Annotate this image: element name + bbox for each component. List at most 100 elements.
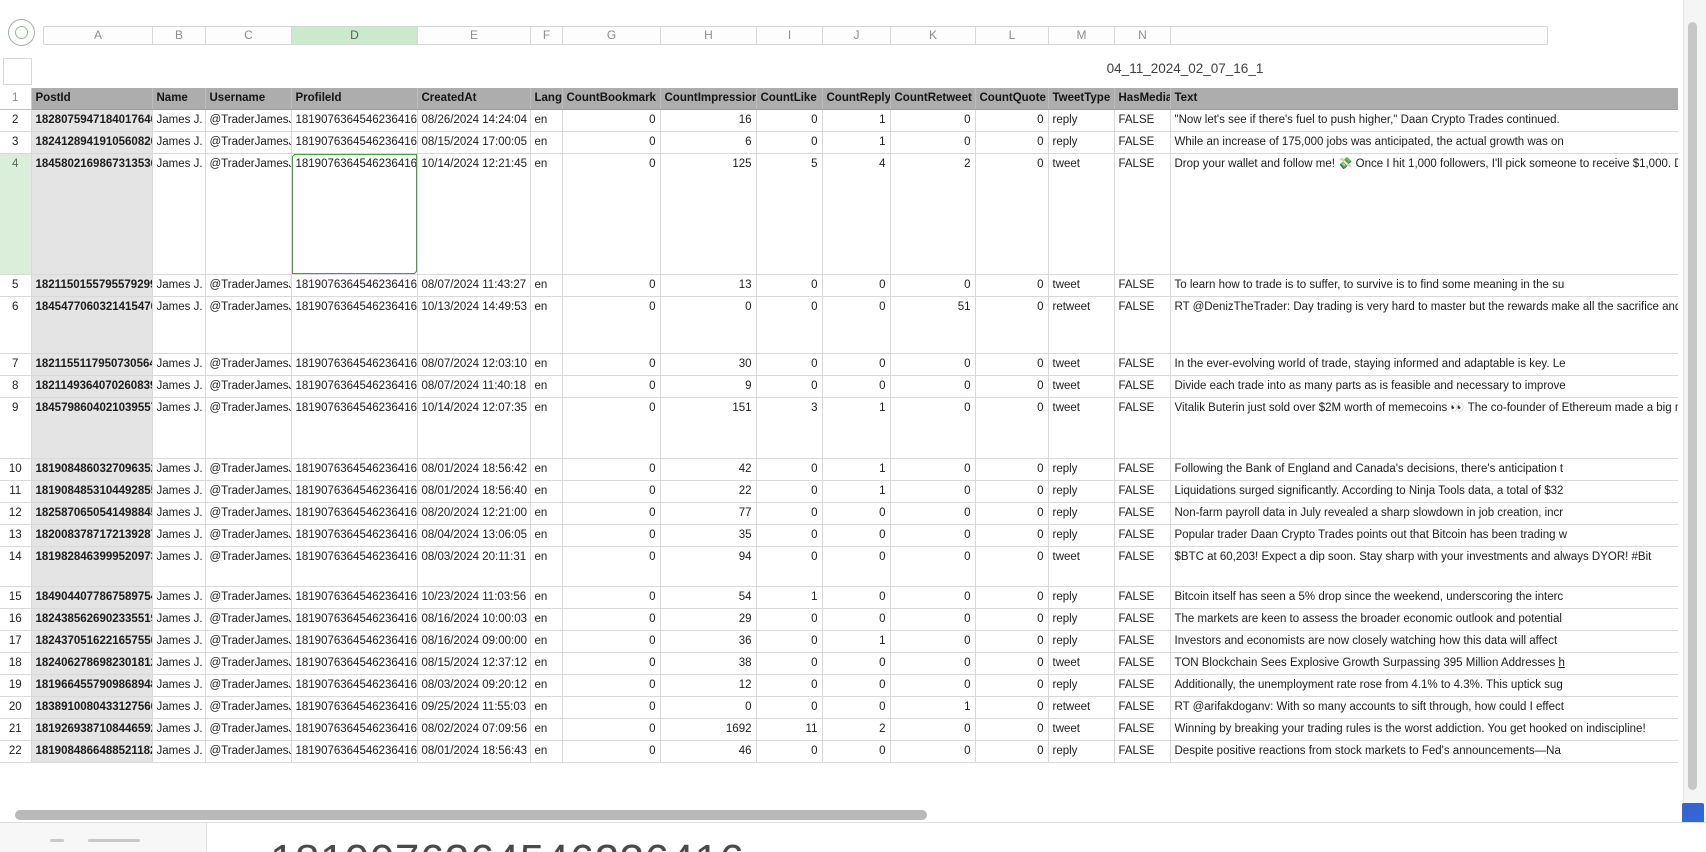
cell-I2[interactable]: 0: [756, 110, 822, 132]
cell-H3[interactable]: 6: [660, 132, 756, 154]
cell-I5[interactable]: 0: [756, 275, 822, 297]
cell-N12[interactable]: FALSE: [1114, 503, 1170, 525]
cell-E19[interactable]: 08/03/2024 09:20:12: [417, 675, 530, 697]
cell-K12[interactable]: 0: [890, 503, 975, 525]
cell-A21[interactable]: 1819269387108446592: [31, 719, 152, 741]
cell-C7[interactable]: @TraderJamesJ: [205, 354, 291, 376]
cell-F13[interactable]: en: [530, 525, 562, 547]
cell-I18[interactable]: 0: [756, 653, 822, 675]
cell-H14[interactable]: 94: [660, 547, 756, 587]
cell-O16[interactable]: The markets are keen to assess the broad…: [1170, 609, 1678, 631]
cell-N10[interactable]: FALSE: [1114, 459, 1170, 481]
cell-F19[interactable]: en: [530, 675, 562, 697]
header-cell-CreatedAt[interactable]: CreatedAt: [417, 88, 530, 110]
cell-C10[interactable]: @TraderJamesJ: [205, 459, 291, 481]
cell-O20[interactable]: RT @arifakdoganv: With so many accounts …: [1170, 697, 1678, 719]
cell-N3[interactable]: FALSE: [1114, 132, 1170, 154]
cell-O6[interactable]: RT @DenizTheTrader: Day trading is very …: [1170, 297, 1678, 354]
cell-K5[interactable]: 0: [890, 275, 975, 297]
cell-L22[interactable]: 0: [975, 741, 1048, 763]
cell-L16[interactable]: 0: [975, 609, 1048, 631]
column-letter-strip[interactable]: ABCDEFGHIJKLMN: [43, 26, 1548, 45]
cell-G3[interactable]: 0: [562, 132, 660, 154]
cell-C9[interactable]: @TraderJamesJ: [205, 398, 291, 459]
cell-C12[interactable]: @TraderJamesJ: [205, 503, 291, 525]
column-letter-G[interactable]: G: [563, 27, 661, 44]
cell-M5[interactable]: tweet: [1048, 275, 1114, 297]
cell-O22[interactable]: Despite positive reactions from stock ma…: [1170, 741, 1678, 763]
cell-J22[interactable]: 0: [822, 741, 890, 763]
cell-D14[interactable]: 1819076364546236416: [291, 547, 417, 587]
cell-J12[interactable]: 0: [822, 503, 890, 525]
cell-H7[interactable]: 30: [660, 354, 756, 376]
row-number-20[interactable]: 20: [0, 697, 31, 719]
cell-M19[interactable]: reply: [1048, 675, 1114, 697]
row-number-9[interactable]: 9: [0, 398, 31, 459]
column-letter-B[interactable]: B: [153, 27, 206, 44]
cell-M12[interactable]: reply: [1048, 503, 1114, 525]
row-number-16[interactable]: 16: [0, 609, 31, 631]
header-cell-CountReply[interactable]: CountReply: [822, 88, 890, 110]
column-letter-I[interactable]: I: [757, 27, 823, 44]
cell-K17[interactable]: 0: [890, 631, 975, 653]
cell-K13[interactable]: 0: [890, 525, 975, 547]
cell-A10[interactable]: 1819084860327096352: [31, 459, 152, 481]
cell-A12[interactable]: 1825870650541498845: [31, 503, 152, 525]
cell-O21[interactable]: Winning by breaking your trading rules i…: [1170, 719, 1678, 741]
cell-G16[interactable]: 0: [562, 609, 660, 631]
cell-K16[interactable]: 0: [890, 609, 975, 631]
cell-N9[interactable]: FALSE: [1114, 398, 1170, 459]
cell-I13[interactable]: 0: [756, 525, 822, 547]
cell-J16[interactable]: 0: [822, 609, 890, 631]
cell-B22[interactable]: James J.: [152, 741, 205, 763]
header-cell-Lang[interactable]: Lang: [530, 88, 562, 110]
column-letter-K[interactable]: K: [891, 27, 976, 44]
cell-C8[interactable]: @TraderJamesJ: [205, 376, 291, 398]
cell-M11[interactable]: reply: [1048, 481, 1114, 503]
cell-E7[interactable]: 08/07/2024 12:03:10: [417, 354, 530, 376]
cell-C21[interactable]: @TraderJamesJ: [205, 719, 291, 741]
cell-I19[interactable]: 0: [756, 675, 822, 697]
cell-A14[interactable]: 1819828463999520973: [31, 547, 152, 587]
cell-K19[interactable]: 0: [890, 675, 975, 697]
cell-M6[interactable]: retweet: [1048, 297, 1114, 354]
cell-N6[interactable]: FALSE: [1114, 297, 1170, 354]
cell-E18[interactable]: 08/15/2024 12:37:12: [417, 653, 530, 675]
cell-N2[interactable]: FALSE: [1114, 110, 1170, 132]
cell-F6[interactable]: en: [530, 297, 562, 354]
cell-H5[interactable]: 13: [660, 275, 756, 297]
cell-E20[interactable]: 09/25/2024 11:55:03: [417, 697, 530, 719]
cell-I16[interactable]: 0: [756, 609, 822, 631]
cell-L8[interactable]: 0: [975, 376, 1048, 398]
cell-I15[interactable]: 1: [756, 587, 822, 609]
cell-E16[interactable]: 08/16/2024 10:00:03: [417, 609, 530, 631]
cell-A15[interactable]: 1849044077867589754: [31, 587, 152, 609]
cell-L18[interactable]: 0: [975, 653, 1048, 675]
cell-G22[interactable]: 0: [562, 741, 660, 763]
cell-F15[interactable]: en: [530, 587, 562, 609]
cell-B17[interactable]: James J.: [152, 631, 205, 653]
cell-G10[interactable]: 0: [562, 459, 660, 481]
vertical-scrollbar-thumb[interactable]: [1688, 22, 1697, 790]
cell-B2[interactable]: James J.: [152, 110, 205, 132]
cell-B8[interactable]: James J.: [152, 376, 205, 398]
cell-I20[interactable]: 0: [756, 697, 822, 719]
cell-K18[interactable]: 0: [890, 653, 975, 675]
cell-M17[interactable]: reply: [1048, 631, 1114, 653]
column-letter-C[interactable]: C: [206, 27, 292, 44]
cell-N15[interactable]: FALSE: [1114, 587, 1170, 609]
cell-H20[interactable]: 0: [660, 697, 756, 719]
cell-C14[interactable]: @TraderJamesJ: [205, 547, 291, 587]
header-cell-HasMedia[interactable]: HasMedia: [1114, 88, 1170, 110]
cell-D5[interactable]: 1819076364546236416: [291, 275, 417, 297]
cell-L13[interactable]: 0: [975, 525, 1048, 547]
column-letter-A[interactable]: A: [44, 27, 153, 44]
cell-O14[interactable]: $BTC at 60,203! Expect a dip soon. Stay …: [1170, 547, 1678, 587]
cell-H11[interactable]: 22: [660, 481, 756, 503]
cell-C15[interactable]: @TraderJamesJ: [205, 587, 291, 609]
cell-D2[interactable]: 1819076364546236416: [291, 110, 417, 132]
cell-O11[interactable]: Liquidations surged significantly. Accor…: [1170, 481, 1678, 503]
cell-K21[interactable]: 0: [890, 719, 975, 741]
cell-G6[interactable]: 0: [562, 297, 660, 354]
cell-K22[interactable]: 0: [890, 741, 975, 763]
